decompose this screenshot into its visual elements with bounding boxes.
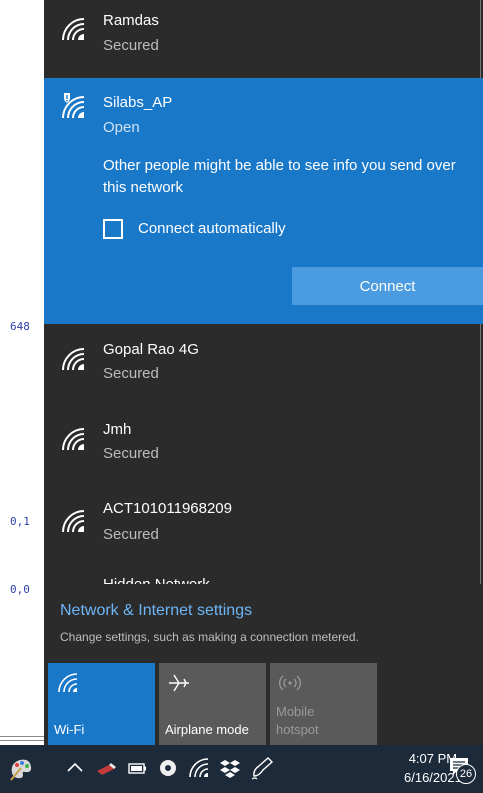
wifi-secured-icon — [62, 18, 85, 41]
background-text: 0,0 — [10, 583, 30, 596]
wifi-toggle-label: Wi-Fi — [54, 722, 85, 737]
network-name: Ramdas — [103, 12, 159, 29]
background-text: 0,1 — [10, 515, 30, 528]
network-status: Secured — [103, 365, 159, 382]
network-item-selected[interactable]: Silabs_AP Open Other people might be abl… — [44, 78, 483, 324]
network-name: Jmh — [103, 421, 132, 438]
network-name: Silabs_AP — [103, 94, 173, 111]
network-item[interactable]: ACT101011968209 Secured — [44, 484, 483, 564]
mobile-hotspot-label: Mobile — [276, 704, 315, 719]
paint-icon[interactable] — [8, 755, 34, 781]
network-status: Open — [103, 119, 140, 136]
divider — [0, 736, 44, 737]
mobile-hotspot-toggle[interactable]: Mobile hotspot — [270, 663, 377, 745]
battery-icon[interactable] — [124, 755, 150, 781]
bluetooth-icon[interactable] — [155, 755, 181, 781]
network-status: Secured — [103, 37, 159, 54]
network-settings-link[interactable]: Network & Internet settings — [60, 602, 252, 620]
network-settings-description: Change settings, such as making a connec… — [60, 630, 359, 644]
wifi-icon[interactable] — [186, 755, 212, 781]
wifi-secured-icon — [62, 428, 85, 451]
dropbox-icon[interactable] — [217, 755, 243, 781]
divider — [0, 740, 44, 741]
network-item[interactable]: Jmh Secured — [44, 404, 483, 484]
wifi-open-warning-icon — [62, 93, 85, 119]
network-status: Secured — [103, 526, 159, 543]
network-status: Secured — [103, 445, 159, 462]
wifi-secured-icon — [62, 510, 85, 533]
background-window: 648 0,1 0,0 — [0, 0, 44, 793]
connect-automatically-checkbox[interactable] — [103, 219, 123, 239]
mobile-hotspot-label: hotspot — [276, 722, 319, 737]
airplane-icon — [169, 674, 189, 692]
network-item[interactable]: Gopal Rao 4G Secured — [44, 324, 483, 404]
taskbar: 4:07 PM 6/16/2021 26 — [0, 745, 483, 793]
notification-badge: 26 — [456, 764, 476, 784]
chevron-up-icon[interactable] — [62, 755, 88, 781]
airplane-mode-toggle[interactable]: Airplane mode — [159, 663, 266, 745]
wifi-secured-icon — [62, 348, 85, 371]
connect-button[interactable]: Connect — [292, 267, 483, 305]
action-center-button[interactable]: 26 — [448, 755, 478, 785]
wifi-icon — [58, 673, 78, 693]
network-name: ACT101011968209 — [103, 500, 232, 517]
hotspot-icon — [279, 675, 301, 691]
network-flyout: Ramdas Secured Silabs_AP Open Other peop… — [44, 0, 483, 745]
usb-icon[interactable] — [93, 755, 119, 781]
network-item[interactable]: Ramdas Secured — [44, 0, 483, 78]
network-item[interactable]: Hidden Network — [44, 564, 483, 584]
security-warning: Other people might be able to see info y… — [103, 157, 456, 196]
pen-icon[interactable] — [249, 755, 275, 781]
network-name: Hidden Network — [103, 576, 210, 584]
background-text: 648 — [10, 320, 30, 333]
airplane-mode-label: Airplane mode — [165, 722, 249, 737]
network-name: Gopal Rao 4G — [103, 341, 199, 358]
wifi-toggle[interactable]: Wi-Fi — [48, 663, 155, 745]
connect-automatically-label[interactable]: Connect automatically — [138, 220, 286, 237]
